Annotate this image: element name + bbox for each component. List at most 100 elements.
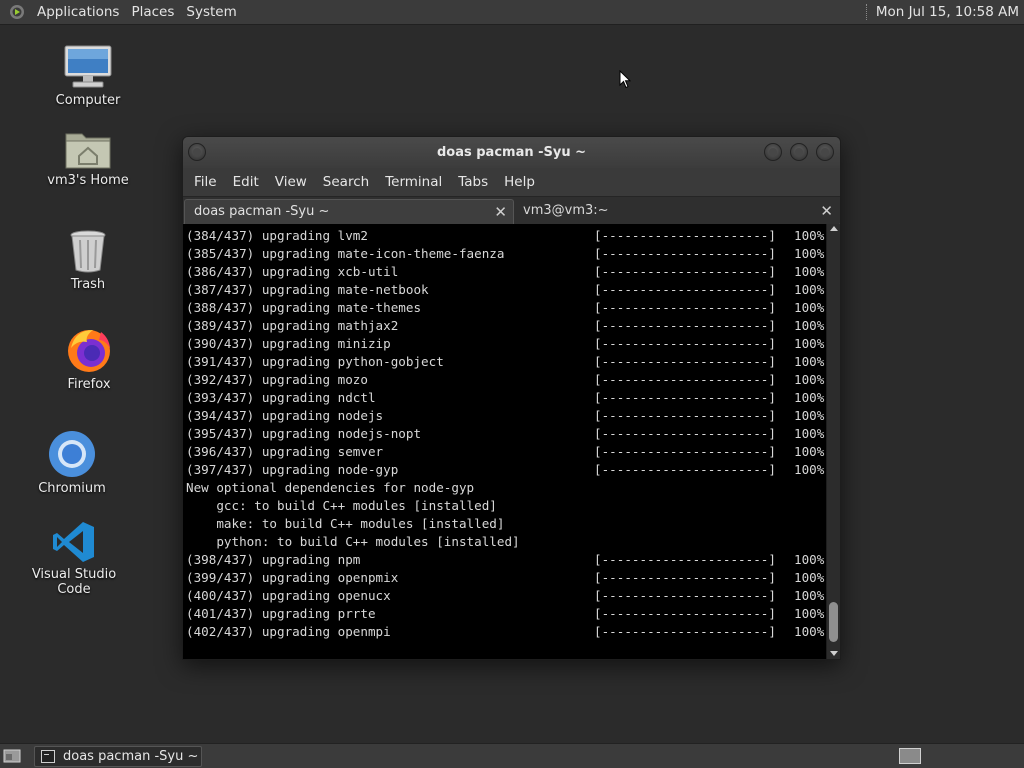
tab-close-icon[interactable]: ✕ <box>494 200 507 224</box>
terminal-line-text: (386/437) upgrading xcb-util <box>186 264 399 279</box>
tab-label: doas pacman -Syu ~ <box>194 204 330 219</box>
progress-bar-text: [----------------------] <box>594 228 776 243</box>
menu-terminal[interactable]: Terminal <box>379 174 448 190</box>
terminal-scrollbar[interactable] <box>826 224 840 659</box>
menu-search[interactable]: Search <box>317 174 375 190</box>
mate-logo-icon[interactable] <box>9 4 25 20</box>
progress-percent: 100% <box>794 318 825 333</box>
vscode-icon <box>53 522 94 562</box>
tab-vm3-shell[interactable]: vm3@vm3:~ ✕ <box>514 199 839 224</box>
progress-bar-text: [----------------------] <box>594 372 776 387</box>
progress-percent: 100% <box>794 588 825 603</box>
menu-system[interactable]: System <box>180 0 242 25</box>
terminal-line-text: (402/437) upgrading openmpi <box>186 624 391 639</box>
terminal-line: (399/437) upgrading openpmix [-----------… <box>186 569 827 587</box>
window-titlebar[interactable]: doas pacman -Syu ~ <box>183 137 840 168</box>
desktop-icon-chromium[interactable]: Chromium <box>17 430 127 496</box>
menu-applications[interactable]: Applications <box>31 0 125 25</box>
progress-bar-text: [----------------------] <box>594 570 776 585</box>
desktop-icon-home[interactable]: vm3's Home <box>33 128 143 188</box>
progress-bar-text: [----------------------] <box>594 606 776 621</box>
tab-bar: doas pacman -Syu ~ ✕ vm3@vm3:~ ✕ <box>183 196 840 224</box>
terminal-line-text: python: to build C++ modules [installed] <box>186 534 520 549</box>
terminal-line: (398/437) upgrading npm [----------------… <box>186 551 827 569</box>
desktop-icon-label: Computer <box>55 93 121 108</box>
desktop-icon-vscode[interactable]: Visual Studio Code <box>19 520 129 597</box>
trash-icon <box>70 230 106 273</box>
close-button[interactable] <box>816 143 834 161</box>
terminal-line-text: (401/437) upgrading prrte <box>186 606 376 621</box>
scroll-down-icon[interactable] <box>830 651 838 656</box>
progress-bar-text: [----------------------] <box>594 552 776 567</box>
progress-bar-text: [----------------------] <box>594 444 776 459</box>
terminal-line-text: (398/437) upgrading npm <box>186 552 361 567</box>
desktop-icon-computer[interactable]: Computer <box>33 44 143 108</box>
terminal-line-text: (396/437) upgrading semver <box>186 444 384 459</box>
desktop-icon-label: Chromium <box>38 481 106 496</box>
scroll-up-icon[interactable] <box>830 226 838 231</box>
tab-label: vm3@vm3:~ <box>523 203 609 218</box>
terminal-window: doas pacman -Syu ~ File Edit View Search… <box>182 136 841 660</box>
terminal-line: (402/437) upgrading openmpi [------------… <box>186 623 827 641</box>
tab-close-icon[interactable]: ✕ <box>820 199 833 223</box>
terminal-line: (388/437) upgrading mate-themes [--------… <box>186 299 827 317</box>
home-folder-icon <box>65 133 111 169</box>
maximize-button[interactable] <box>790 143 808 161</box>
menu-places[interactable]: Places <box>125 0 180 25</box>
terminal-line-text: (391/437) upgrading python-gobject <box>186 354 444 369</box>
menu-help[interactable]: Help <box>498 174 541 190</box>
terminal-line: (397/437) upgrading node-gyp [-----------… <box>186 461 827 479</box>
menu-edit[interactable]: Edit <box>227 174 265 190</box>
terminal-line-text: (394/437) upgrading nodejs <box>186 408 384 423</box>
progress-percent: 100% <box>794 354 825 369</box>
progress-percent: 100% <box>794 336 825 351</box>
terminal-line-text: (390/437) upgrading minizip <box>186 336 391 351</box>
menu-view[interactable]: View <box>269 174 313 190</box>
terminal-line-text: (395/437) upgrading nodejs-nopt <box>186 426 422 441</box>
terminal-line: (387/437) upgrading mate-netbook [-------… <box>186 281 827 299</box>
progress-percent: 100% <box>794 624 825 639</box>
terminal-line-text: (389/437) upgrading mathjax2 <box>186 318 399 333</box>
terminal-line-text: gcc: to build C++ modules [installed] <box>186 498 497 513</box>
firefox-icon <box>68 330 110 372</box>
progress-percent: 100% <box>794 372 825 387</box>
desktop-icon-firefox[interactable]: Firefox <box>34 326 144 392</box>
bottom-panel: doas pacman -Syu ~ <box>0 743 1024 768</box>
terminal-line: (393/437) upgrading ndctl [--------------… <box>186 389 827 407</box>
minimize-button[interactable] <box>764 143 782 161</box>
mouse-pointer-icon <box>619 70 631 89</box>
scroll-thumb[interactable] <box>829 602 838 642</box>
workspace-switcher[interactable] <box>899 748 921 764</box>
computer-icon <box>64 45 112 88</box>
desktop-icon-label: vm3's Home <box>47 173 129 188</box>
terminal-line-text: (392/437) upgrading mozo <box>186 372 368 387</box>
progress-bar-text: [----------------------] <box>594 426 776 441</box>
terminal-line: (396/437) upgrading semver [-------------… <box>186 443 827 461</box>
terminal-line-text: (384/437) upgrading lvm2 <box>186 228 368 243</box>
terminal-line: (401/437) upgrading prrte [--------------… <box>186 605 827 623</box>
terminal-line-text: make: to build C++ modules [installed] <box>186 516 505 531</box>
terminal-line: (394/437) upgrading nodejs [-------------… <box>186 407 827 425</box>
terminal-line-text: (387/437) upgrading mate-netbook <box>186 282 429 297</box>
clock[interactable]: Mon Jul 15, 10:58 AM <box>876 4 1024 20</box>
terminal-output[interactable]: (384/437) upgrading lvm2 [---------------… <box>183 224 827 659</box>
menu-tabs[interactable]: Tabs <box>452 174 494 190</box>
terminal-line: (385/437) upgrading mate-icon-theme-faen… <box>186 245 827 263</box>
terminal-line: (395/437) upgrading nodejs-nopt [--------… <box>186 425 827 443</box>
window-menu-button[interactable] <box>188 143 206 161</box>
terminal-line: (391/437) upgrading python-gobject [-----… <box>186 353 827 371</box>
terminal-line: gcc: to build C++ modules [installed] <box>186 497 827 515</box>
top-panel: Applications Places System Mon Jul 15, 1… <box>0 0 1024 25</box>
window-menubar: File Edit View Search Terminal Tabs Help <box>183 168 840 196</box>
show-desktop-icon[interactable] <box>3 748 21 764</box>
terminal-icon <box>41 750 55 763</box>
progress-bar-text: [----------------------] <box>594 318 776 333</box>
panel-separator <box>865 4 868 20</box>
progress-percent: 100% <box>794 408 825 423</box>
chromium-icon <box>49 431 95 477</box>
desktop-icon-trash[interactable]: Trash <box>33 228 143 292</box>
taskbar-item-terminal[interactable]: doas pacman -Syu ~ <box>34 746 202 767</box>
progress-percent: 100% <box>794 606 825 621</box>
tab-pacman[interactable]: doas pacman -Syu ~ ✕ <box>184 199 514 224</box>
menu-file[interactable]: File <box>188 174 223 190</box>
